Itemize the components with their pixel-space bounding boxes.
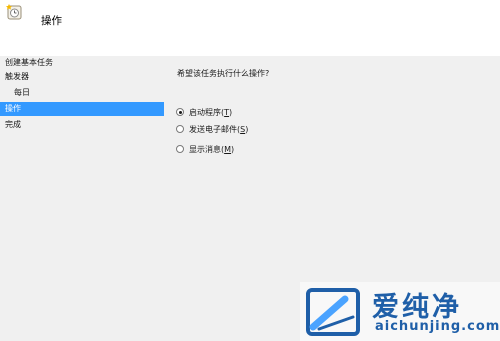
- page-title: 操作: [41, 15, 62, 27]
- watermark-url: aichunjing.com: [375, 319, 500, 334]
- task-wizard-icon: [6, 4, 22, 20]
- radio-label-show-message: 显示消息(M): [189, 144, 235, 154]
- step-finish[interactable]: 完成: [0, 118, 164, 132]
- radio-unchecked-icon[interactable]: [176, 145, 184, 153]
- radio-label-send-email: 发送电子邮件(S): [189, 124, 249, 134]
- step-action[interactable]: 操作: [0, 102, 164, 116]
- radio-send-email[interactable]: 发送电子邮件(S): [176, 123, 248, 135]
- radio-label-start-program: 启动程序(T): [189, 107, 233, 117]
- radio-show-message[interactable]: 显示消息(M): [176, 143, 234, 155]
- action-question: 希望该任务执行什么操作?: [177, 69, 270, 78]
- radio-start-program[interactable]: 启动程序(T): [176, 106, 232, 118]
- step-daily[interactable]: 每日: [0, 86, 164, 100]
- step-trigger[interactable]: 触发器: [0, 70, 164, 84]
- wizard-header: 操作: [0, 0, 500, 56]
- step-create-basic-task[interactable]: 创建基本任务: [0, 56, 164, 70]
- radio-checked-icon[interactable]: [176, 108, 184, 116]
- watermark-logo-icon: [306, 288, 360, 336]
- radio-unchecked-icon[interactable]: [176, 125, 184, 133]
